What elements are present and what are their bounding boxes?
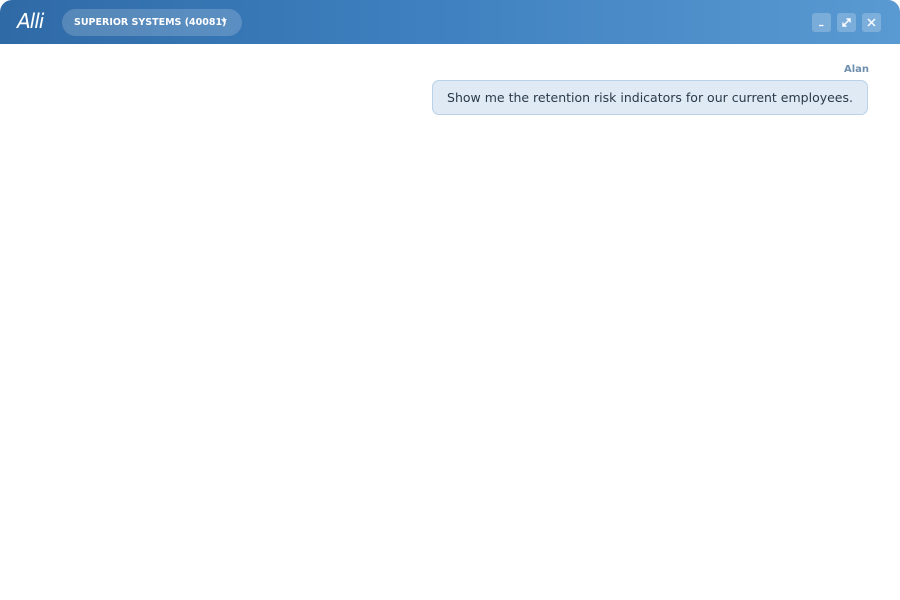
title-bar: Alli SUPERIOR SYSTEMS (40081) (0, 0, 900, 44)
minimize-icon (819, 24, 824, 27)
organization-selector-label: SUPERIOR SYSTEMS (40081) (74, 17, 227, 28)
chevron-down-icon[interactable] (221, 19, 227, 23)
user-message-bubble: Show me the retention risk indicators fo… (432, 80, 868, 115)
close-button[interactable] (862, 13, 881, 32)
message-sender-name: Alan (843, 64, 869, 75)
chat-message-area[interactable]: Alan Show me the retention risk indicato… (0, 44, 900, 600)
chat-window: Alli SUPERIOR SYSTEMS (40081) Alan Show … (0, 0, 900, 600)
close-icon (867, 18, 876, 27)
minimize-button[interactable] (812, 13, 831, 32)
maximize-button[interactable] (837, 13, 856, 32)
organization-selector[interactable]: SUPERIOR SYSTEMS (40081) (62, 9, 242, 36)
expand-icon (842, 18, 851, 27)
app-logo: Alli (17, 9, 44, 33)
